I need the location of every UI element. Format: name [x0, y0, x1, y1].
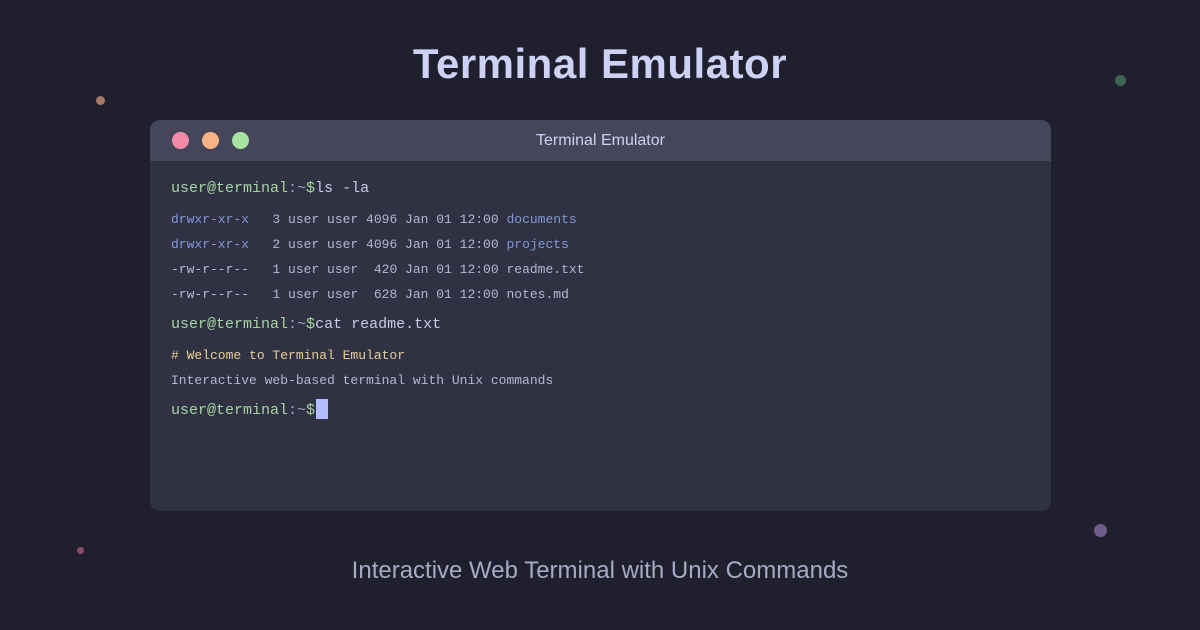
- listing-perms: -rw-r--r--: [171, 287, 250, 302]
- listing-meta: 2 user user 4096 Jan 01 12:00: [249, 237, 507, 252]
- window-titlebar[interactable]: Terminal Emulator: [150, 120, 1051, 161]
- window-title: Terminal Emulator: [536, 132, 665, 149]
- listing-perms: -rw-r--r--: [171, 262, 250, 277]
- listing-row: drwxr-xr-x 2 user user 4096 Jan 01 12:00…: [171, 232, 1030, 257]
- command-text: ls -la: [315, 180, 370, 197]
- listing-row: -rw-r--r-- 1 user user 420 Jan 01 12:00 …: [171, 257, 1030, 282]
- prompt-user-host: user@terminal: [171, 180, 289, 197]
- decorative-dot: [77, 547, 84, 554]
- listing-meta: 1 user user 420 Jan 01 12:00: [249, 262, 507, 277]
- decorative-dot: [1094, 524, 1107, 537]
- active-command-line[interactable]: user@terminal:~$: [171, 399, 1030, 423]
- terminal-output[interactable]: user@terminal:~$ls -la drwxr-xr-x 3 user…: [150, 161, 1051, 439]
- prompt-symbol: $: [306, 180, 316, 197]
- prompt-symbol: $: [306, 402, 316, 419]
- listing-perms: drwxr-xr-x: [171, 212, 250, 227]
- terminal-window: Terminal Emulator user@terminal:~$ls -la…: [150, 120, 1051, 511]
- listing-name: notes.md: [506, 287, 569, 302]
- prompt-path: :~: [288, 180, 307, 197]
- prompt-path: :~: [288, 316, 307, 333]
- prompt-user-host: user@terminal: [171, 402, 289, 419]
- listing-name: documents: [506, 212, 577, 227]
- prompt-user-host: user@terminal: [171, 316, 289, 333]
- command-line: user@terminal:~$ls -la: [171, 177, 1030, 201]
- decorative-dot: [96, 96, 105, 105]
- listing-meta: 3 user user 4096 Jan 01 12:00: [249, 212, 507, 227]
- command-text: cat readme.txt: [315, 316, 442, 333]
- page-subtitle: Interactive Web Terminal with Unix Comma…: [351, 557, 849, 584]
- listing-row: drwxr-xr-x 3 user user 4096 Jan 01 12:00…: [171, 207, 1030, 232]
- prompt-symbol: $: [306, 316, 316, 333]
- command-line: user@terminal:~$cat readme.txt: [171, 313, 1030, 337]
- listing-perms: drwxr-xr-x: [171, 237, 250, 252]
- prompt-path: :~: [288, 402, 307, 419]
- file-body: Interactive web-based terminal with Unix…: [171, 373, 554, 388]
- listing-meta: 1 user user 628 Jan 01 12:00: [249, 287, 507, 302]
- text-cursor: [316, 399, 329, 420]
- file-heading: # Welcome to Terminal Emulator: [171, 348, 406, 363]
- listing-name: readme.txt: [506, 262, 585, 277]
- stage: Terminal Emulator Terminal Emulator user…: [0, 0, 1200, 630]
- listing-row: -rw-r--r-- 1 user user 628 Jan 01 12:00 …: [171, 282, 1030, 307]
- listing-name: projects: [506, 237, 569, 252]
- page-title: Terminal Emulator: [412, 40, 788, 87]
